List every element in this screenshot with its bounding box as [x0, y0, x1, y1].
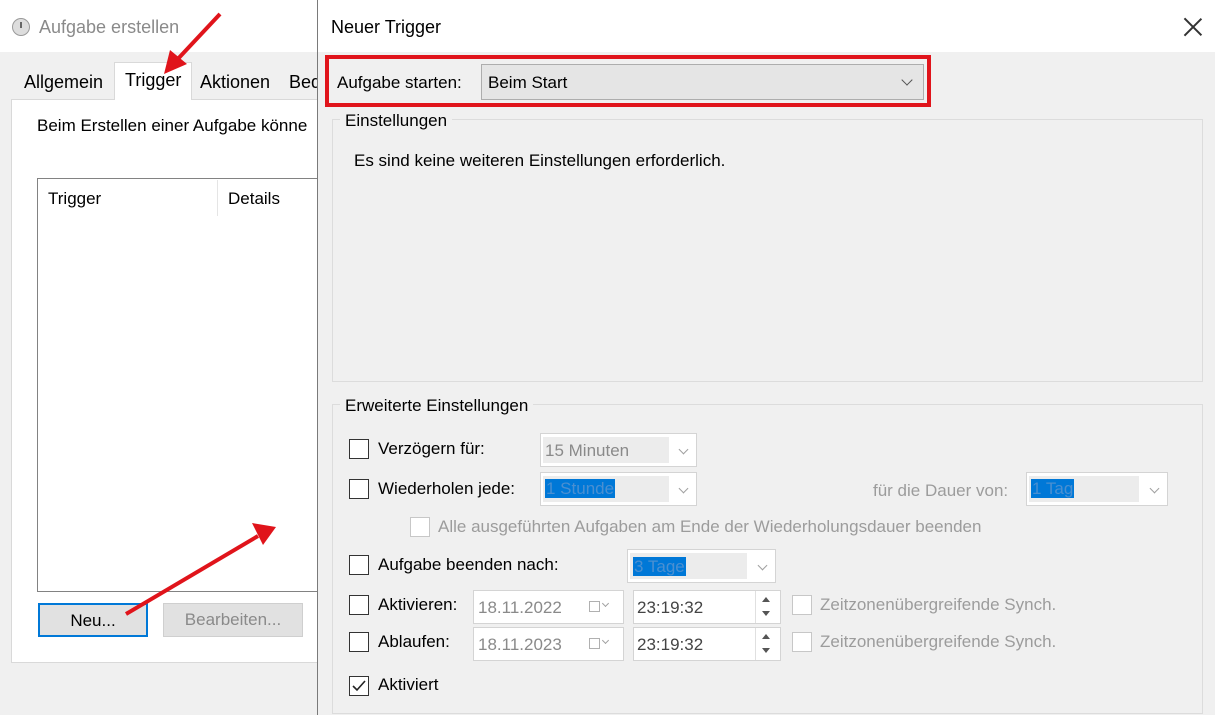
annotation-arrow-tab	[164, 12, 222, 74]
annotation-arrows	[124, 12, 276, 616]
annotation-arrow-button	[124, 523, 276, 616]
